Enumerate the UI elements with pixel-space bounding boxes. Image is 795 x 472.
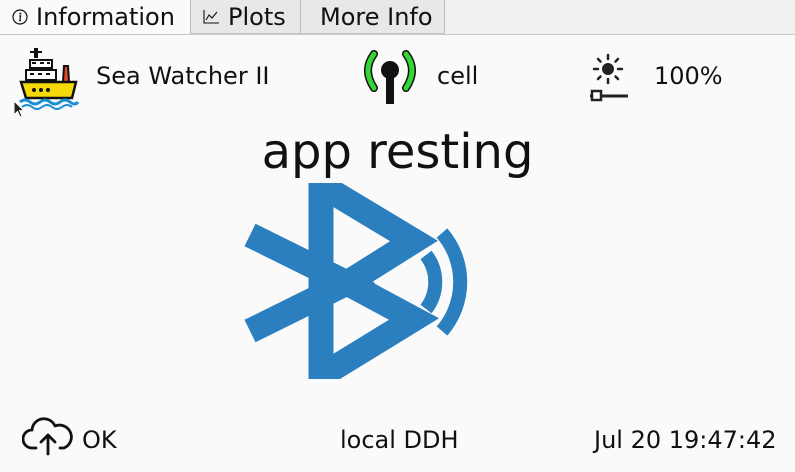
tab-plots[interactable]: Plots xyxy=(191,0,301,34)
connection-type: cell xyxy=(437,62,479,90)
ddh-label: local DDH xyxy=(340,426,459,454)
tab-information[interactable]: Information xyxy=(0,0,191,34)
cloud-status: OK xyxy=(82,426,117,454)
tab-bar-filler xyxy=(445,0,795,34)
cloud-upload-icon xyxy=(21,414,74,456)
tab-more-info-label: More Info xyxy=(320,2,433,31)
chart-icon xyxy=(202,9,220,25)
bluetooth-icon xyxy=(242,162,512,399)
brightness-icon xyxy=(586,52,630,102)
vessel-name: Sea Watcher II xyxy=(96,62,270,90)
app-status-title: app resting xyxy=(261,124,534,180)
tab-information-label: Information xyxy=(36,3,175,31)
tab-plots-label: Plots xyxy=(228,2,286,31)
antenna-icon xyxy=(360,48,422,108)
boat-icon xyxy=(18,44,80,110)
info-icon xyxy=(12,9,28,25)
datetime: Jul 20 19:47:42 xyxy=(594,426,777,454)
tab-more-info[interactable]: More Info xyxy=(301,0,445,34)
brightness-level: 100% xyxy=(654,62,723,90)
tab-bar: Information Plots More Info xyxy=(0,0,795,35)
mouse-cursor-icon xyxy=(13,99,26,118)
